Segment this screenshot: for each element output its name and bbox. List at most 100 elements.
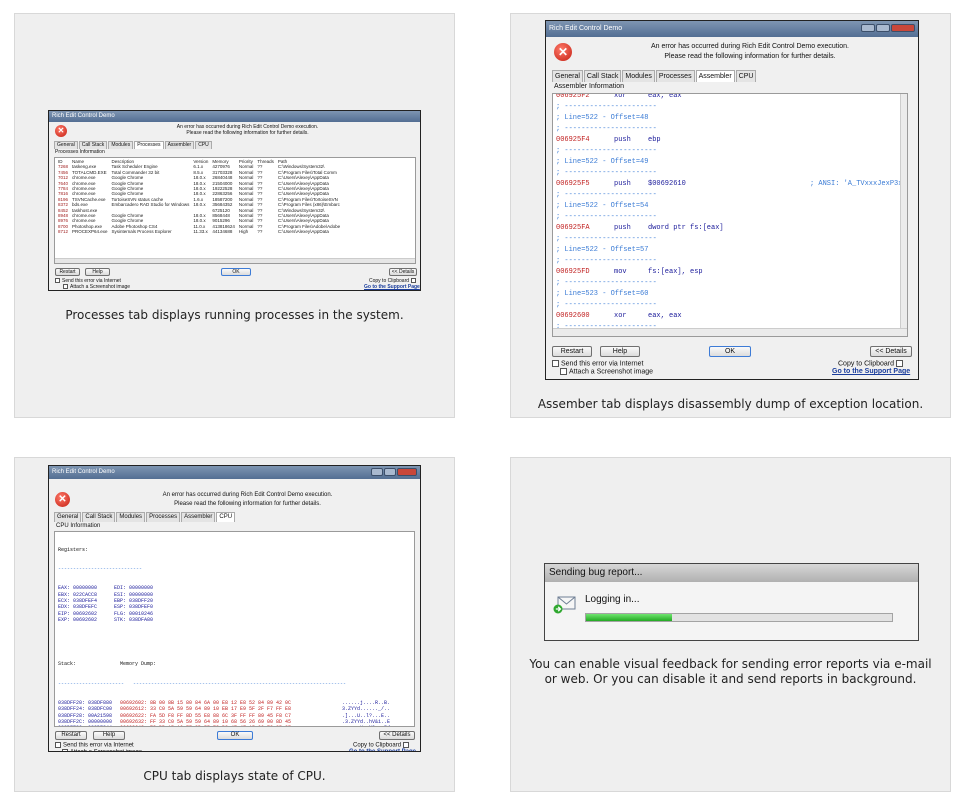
support-page-link[interactable]: Go to the Support Page — [364, 284, 420, 290]
send-label: Send this error via Internet — [561, 360, 644, 368]
asm-comment: ; Line=523 - Offset=60 — [556, 290, 649, 298]
close-button[interactable] — [891, 24, 915, 32]
table-row[interactable]: 8712 PROCEXP64.exe Sysinternals Process Ex… — [56, 229, 342, 234]
tab-cpu[interactable]: CPU — [735, 70, 757, 82]
tab-modules[interactable]: Modules — [622, 70, 655, 82]
tab-processes[interactable]: Processes — [146, 512, 181, 522]
restart-button[interactable]: Restart — [552, 346, 592, 357]
maximize-button[interactable] — [876, 24, 890, 32]
group-title: Assembler Information — [554, 83, 625, 90]
caption-cpu: CPU tab displays state of CPU. — [143, 769, 326, 783]
window-title: Rich Edit Control Demo — [52, 113, 115, 119]
attach-screenshot-checkbox[interactable]: Attach a Screenshot image — [62, 749, 142, 751]
ok-button[interactable]: OK — [221, 268, 251, 276]
help-button[interactable]: Help — [85, 268, 110, 276]
attach-screenshot-checkbox[interactable]: Attach a Screenshot image — [63, 284, 130, 290]
support-page-link[interactable]: Go to the Support Page — [349, 749, 416, 751]
tab-assembler[interactable]: Assembler — [181, 512, 216, 522]
asm-comment: ; ---------------------- — [556, 301, 657, 309]
tab-general[interactable]: General — [54, 512, 82, 522]
asm-addr: 006925F2 — [556, 93, 590, 100]
title-bar: Rich Edit Control Demo — [546, 21, 918, 37]
support-page-link[interactable]: Go to the Support Page — [832, 368, 910, 375]
details-button[interactable]: << Details — [870, 346, 912, 357]
tab-processes[interactable]: Processes — [134, 141, 164, 149]
error-message-line2: Please read the following information fo… — [174, 501, 321, 507]
asm-comment: ; Line=522 - Offset=48 — [556, 114, 649, 122]
tab-cpu[interactable]: CPU — [195, 141, 212, 149]
help-button[interactable]: Help — [600, 346, 640, 357]
asm-arg: $00692610 — [648, 180, 686, 188]
panel-processes: Rich Edit Control Demo ✕ An error has oc… — [14, 13, 455, 418]
tab-processes[interactable]: Processes — [655, 70, 695, 82]
memory-ascii: ......U..NG...5/ — [342, 725, 390, 726]
asm-addr: 006925FA — [556, 224, 590, 232]
ok-button[interactable]: OK — [709, 346, 751, 357]
send-via-internet-checkbox[interactable]: Send this error via Internet — [55, 742, 134, 749]
restart-button[interactable]: Restart — [55, 268, 80, 276]
asm-comment: ; ---------------------- — [556, 125, 657, 133]
tab-assembler[interactable]: Assembler — [695, 70, 735, 82]
send-label: Send this error via Internet — [63, 742, 134, 749]
error-x-icon: ✕ — [55, 492, 70, 507]
caption-sending: You can enable visual feedback for sendi… — [511, 657, 950, 687]
cpu-view[interactable]: Registers: ---------------------------- … — [54, 531, 415, 727]
close-button[interactable] — [397, 468, 417, 476]
screenshot-sending-dialog: Sending bug report... Logging in... — [544, 563, 919, 641]
copy-to-clipboard-checkbox[interactable]: Copy to Clipboard — [353, 742, 411, 749]
asm-comment: ; ---------------------- — [556, 213, 657, 221]
separator: ---------------------------- — [58, 566, 143, 573]
asm-arg: fs:[eax], esp — [648, 268, 703, 276]
tab-call-stack[interactable]: Call Stack — [78, 141, 108, 149]
restart-button[interactable]: Restart — [55, 731, 87, 740]
table-cell: C:\Program Files (x86)\Embarc — [277, 202, 340, 208]
details-button[interactable]: << Details — [389, 268, 417, 276]
tab-call-stack[interactable]: Call Stack — [583, 70, 622, 82]
asm-line: 006925F5 push $00692610 ; ANSI: 'A_TVxxxJex… — [556, 179, 907, 190]
caption-line1: You can enable visual feedback for sendi… — [529, 657, 932, 671]
copy-to-clipboard-checkbox[interactable]: Copy to Clipboard — [838, 360, 905, 367]
table-cell: 44134688 — [212, 229, 233, 235]
attach-label: Attach a Screenshot image — [70, 750, 142, 751]
tab-cpu[interactable]: CPU — [216, 512, 236, 522]
tab-call-stack[interactable]: Call Stack — [82, 512, 116, 522]
tab-modules[interactable]: Modules — [116, 512, 146, 522]
asm-comment: ; ---------------------- — [556, 279, 657, 287]
horizontal-scrollbar[interactable] — [55, 258, 415, 263]
error-x-icon: ✕ — [554, 43, 572, 61]
asm-mn: mov — [614, 268, 627, 276]
minimize-button[interactable] — [861, 24, 875, 32]
help-button[interactable]: Help — [93, 731, 125, 740]
vertical-scrollbar[interactable] — [900, 94, 907, 328]
mail-send-icon — [553, 591, 577, 615]
details-button[interactable]: << Details — [379, 731, 415, 740]
attach-screenshot-checkbox[interactable]: Attach a Screenshot image — [560, 368, 653, 375]
ok-button[interactable]: OK — [217, 731, 253, 740]
asm-line: ; ---------------------- — [556, 102, 657, 113]
panel-sending: Sending bug report... Logging in... You … — [510, 457, 951, 792]
memory-bytes: 00692642: E8 BB 15 A0 FF 8D 55 E8 B8 4E … — [120, 725, 342, 726]
tab-assembler[interactable]: Assembler — [164, 141, 195, 149]
maximize-button[interactable] — [384, 468, 396, 476]
assembler-view[interactable]: 006925F2 xor eax, eax ; -------------------… — [552, 93, 908, 337]
tab-general[interactable]: General — [54, 141, 78, 149]
table-cell: 7012 — [58, 175, 69, 181]
minimize-button[interactable] — [371, 468, 383, 476]
group-title: CPU Information — [56, 523, 101, 529]
register-row: EXP: 00692602 STK: 038DFA80 — [58, 617, 393, 623]
processes-list[interactable]: ID Name Description Version Memory Priority Th… — [54, 157, 416, 264]
error-x-icon: ✕ — [55, 125, 67, 137]
tab-modules[interactable]: Modules — [108, 141, 134, 149]
asm-cmt: ; ANSI: 'A_TVxxxJexP3xxxInx — [810, 180, 907, 188]
asm-line: ; Line=522 - Offset=49 — [556, 157, 648, 168]
asm-comment: ; ---------------------- — [556, 147, 657, 155]
tab-general[interactable]: General — [552, 70, 583, 82]
asm-addr: 00692600 — [556, 312, 590, 320]
table-cell: Embarcadero RAD Studio for Windows — [111, 202, 190, 208]
asm-comment: ; Line=522 - Offset=49 — [556, 158, 649, 166]
send-via-internet-checkbox[interactable]: Send this error via Internet — [552, 360, 644, 367]
table-cell: 8712 — [58, 229, 69, 235]
horizontal-scrollbar[interactable] — [553, 328, 907, 336]
copy-label: Copy to Clipboard — [838, 360, 895, 368]
asm-line: ; ---------------------- — [556, 234, 657, 245]
